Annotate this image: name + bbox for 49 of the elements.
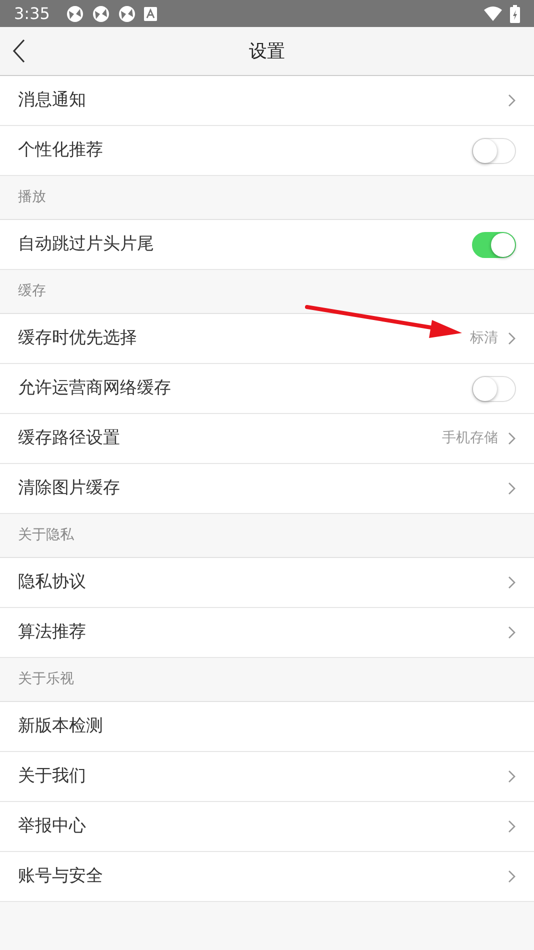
chevron-icon	[508, 576, 516, 589]
settings-row[interactable]: 关于我们	[0, 752, 534, 802]
row-label: 自动跳过片头片尾	[18, 232, 155, 256]
chevron-icon	[508, 820, 516, 833]
chevron-icon	[508, 626, 516, 639]
row-label: 账号与安全	[18, 864, 104, 888]
settings-row[interactable]: 个性化推荐	[0, 126, 534, 176]
page-title: 设置	[249, 40, 285, 64]
toggle-switch[interactable]	[472, 376, 516, 402]
chevron-icon	[508, 432, 516, 445]
row-label: 举报中心	[18, 814, 87, 838]
settings-row[interactable]: 新版本检测	[0, 702, 534, 752]
settings-row[interactable]: 缓存时优先选择 标清	[0, 314, 534, 364]
chevron-icon	[508, 870, 516, 883]
notification-icon	[66, 4, 84, 22]
battery-icon	[510, 4, 520, 22]
row-label: 关于我们	[18, 764, 87, 788]
settings-row[interactable]: 消息通知	[0, 76, 534, 126]
row-label: 缓存时优先选择	[18, 326, 138, 350]
back-icon[interactable]	[12, 39, 26, 63]
row-label: 新版本检测	[18, 714, 104, 738]
chevron-icon	[508, 770, 516, 783]
row-label: 个性化推荐	[18, 138, 104, 162]
settings-row[interactable]: 账号与安全	[0, 852, 534, 902]
settings-row[interactable]: 举报中心	[0, 802, 534, 852]
toggle-switch[interactable]	[472, 138, 516, 164]
settings-row[interactable]: 清除图片缓存	[0, 464, 534, 514]
row-label: 隐私协议	[18, 570, 87, 594]
settings-row[interactable]: 自动跳过片头片尾	[0, 220, 534, 270]
wifi-icon	[484, 6, 502, 21]
row-label: 消息通知	[18, 88, 87, 112]
settings-row[interactable]: 隐私协议	[0, 558, 534, 608]
row-label: 算法推荐	[18, 620, 87, 644]
row-label: 缓存路径设置	[18, 426, 121, 450]
settings-row[interactable]: 允许运营商网络缓存	[0, 364, 534, 414]
row-value: 手机存储	[442, 429, 498, 448]
keyboard-icon	[144, 6, 157, 20]
toggle-switch[interactable]	[472, 232, 516, 258]
row-value: 标清	[470, 329, 498, 348]
chevron-icon	[508, 332, 516, 345]
row-label: 允许运营商网络缓存	[18, 376, 172, 400]
notification-icon	[92, 4, 110, 22]
settings-row[interactable]: 算法推荐	[0, 608, 534, 658]
row-label: 清除图片缓存	[18, 476, 121, 500]
notification-icon	[118, 4, 136, 22]
settings-row[interactable]: 缓存路径设置 手机存储	[0, 414, 534, 464]
chevron-icon	[508, 482, 516, 495]
status-time: 3:35	[14, 2, 50, 24]
chevron-icon	[508, 94, 516, 107]
